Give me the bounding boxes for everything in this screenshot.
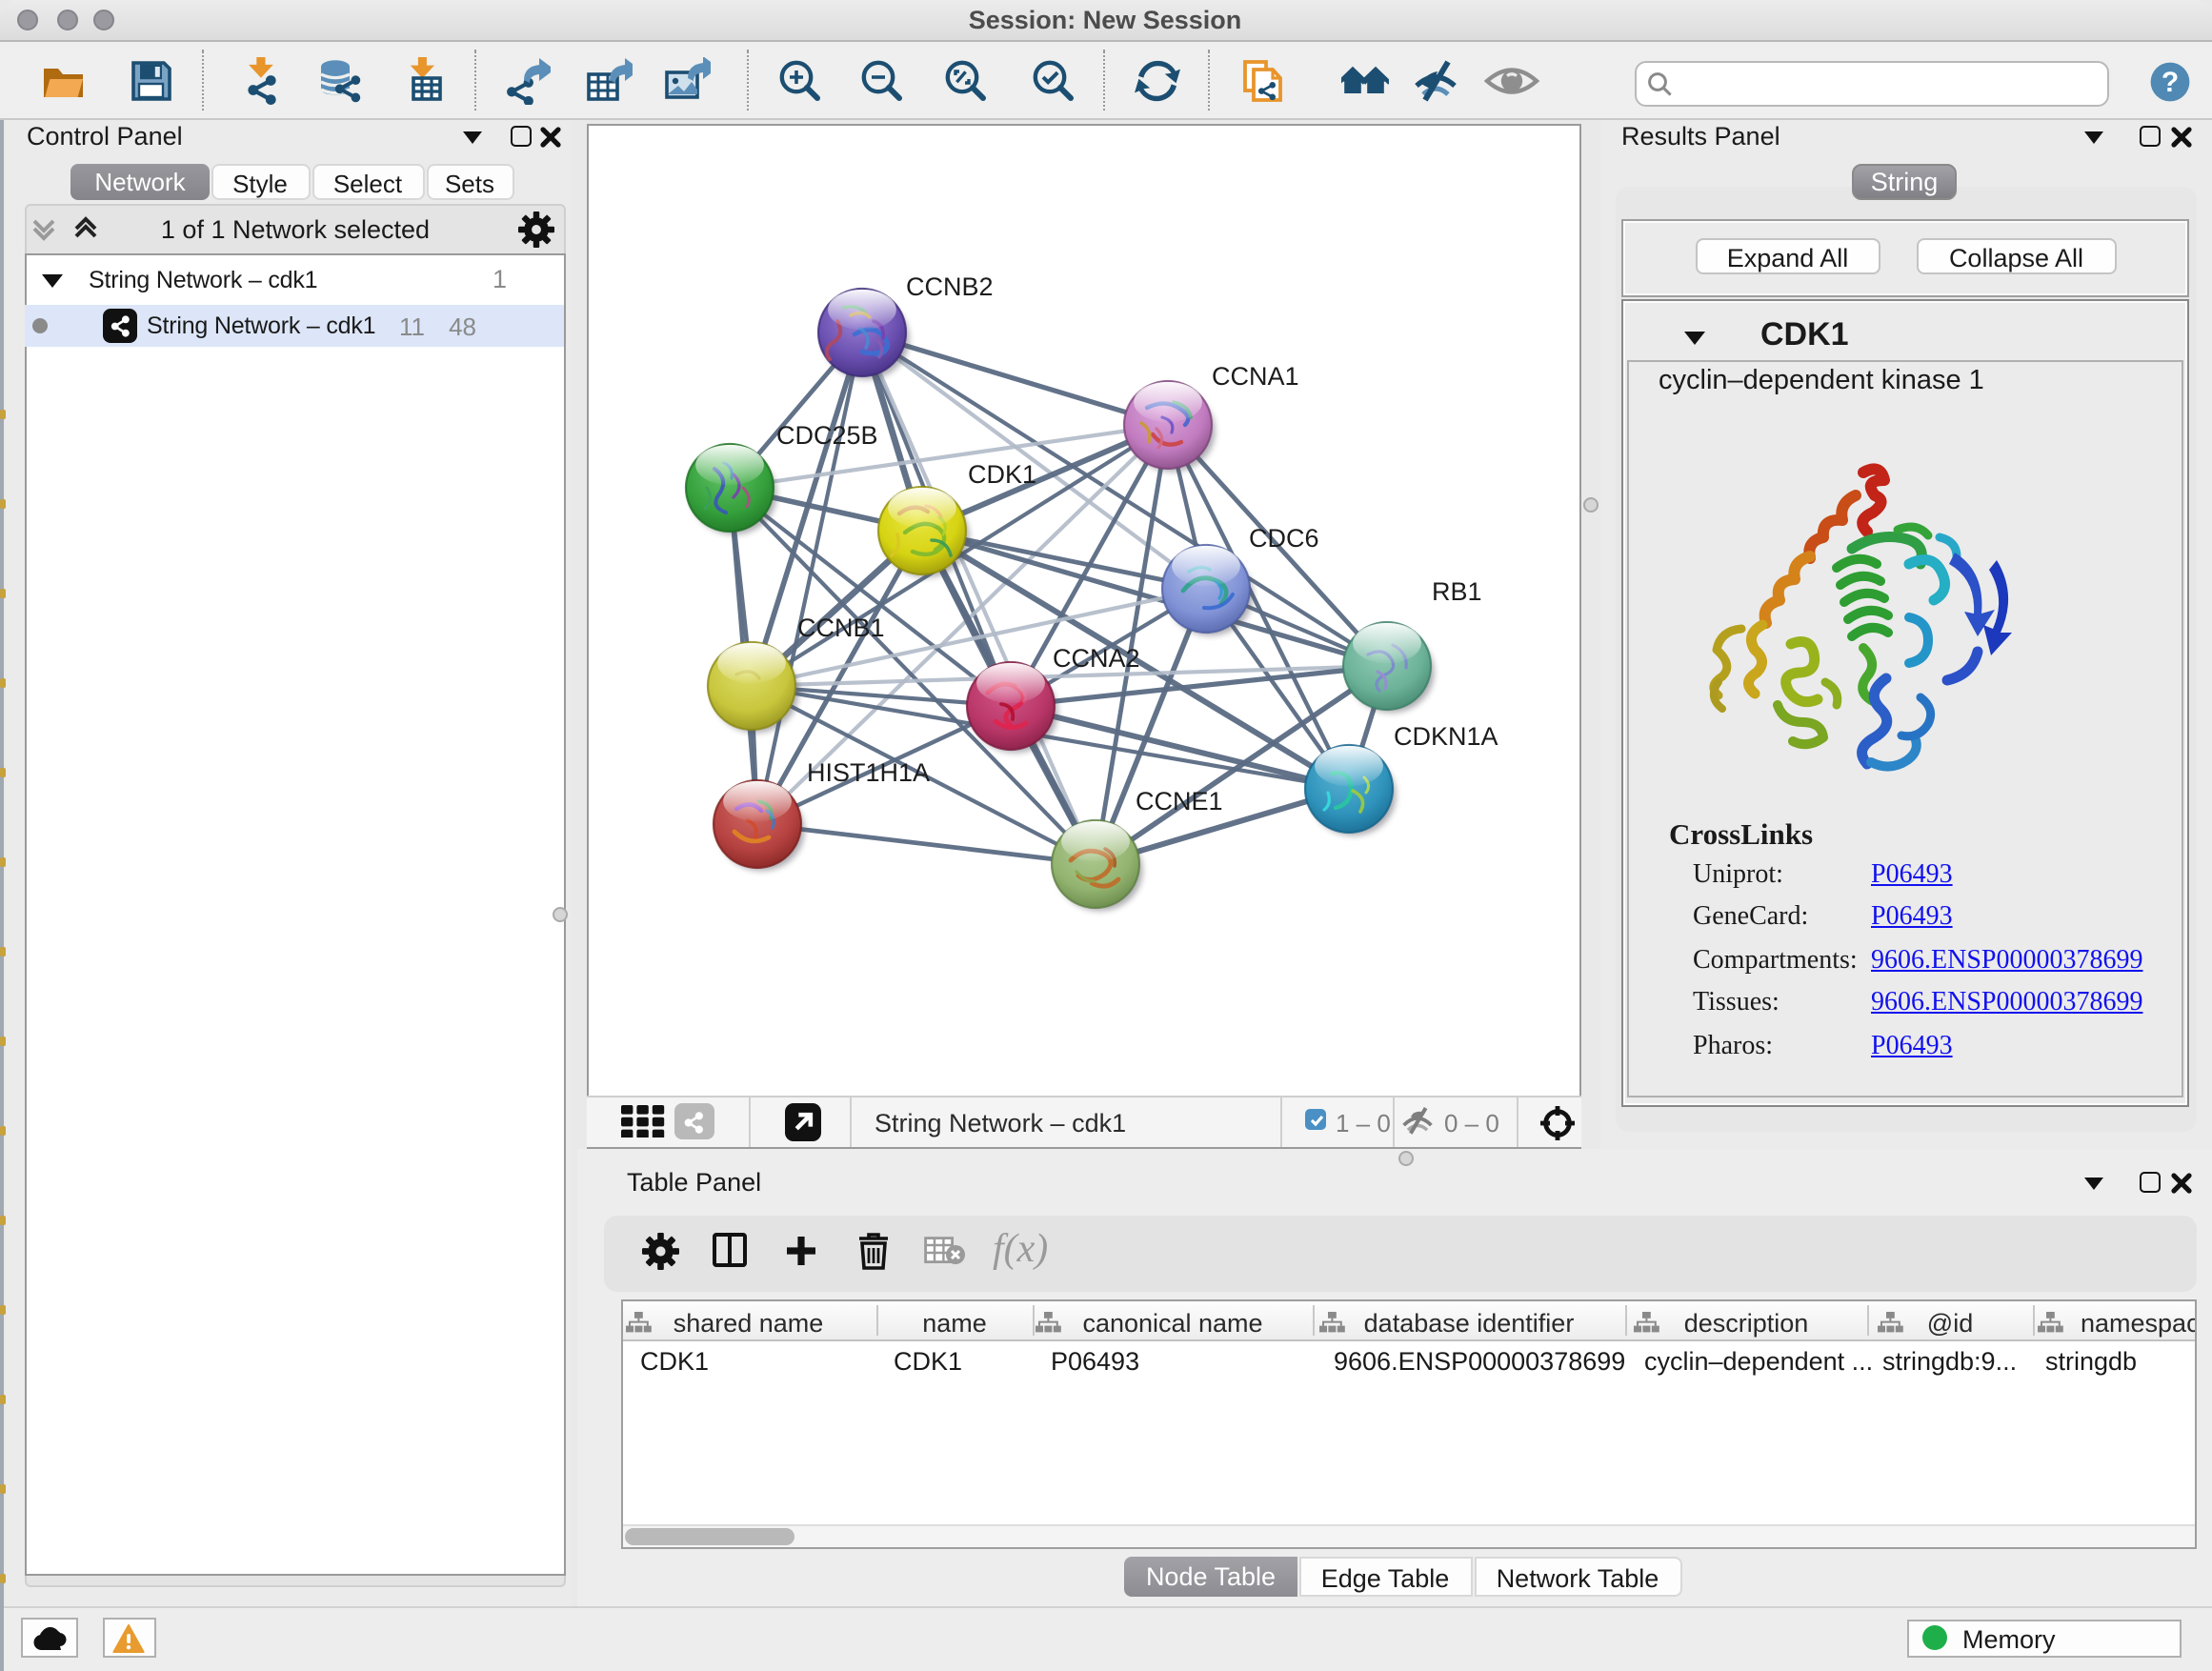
svg-text:CDC25B: CDC25B <box>776 421 878 450</box>
svg-text:?: ? <box>2162 66 2179 97</box>
svg-text:CCNB2: CCNB2 <box>906 272 994 301</box>
svg-text:CDKN1A: CDKN1A <box>1394 722 1498 751</box>
svg-text:CDC6: CDC6 <box>1249 524 1319 553</box>
svg-text:HIST1H1A: HIST1H1A <box>807 758 930 787</box>
svg-text:RB1: RB1 <box>1432 577 1482 606</box>
svg-text:CCNA1: CCNA1 <box>1212 362 1299 391</box>
svg-text:CCNB1: CCNB1 <box>797 614 885 642</box>
svg-text:CCNE1: CCNE1 <box>1136 787 1223 815</box>
svg-text:CCNA2: CCNA2 <box>1053 644 1140 673</box>
svg-text:CDK1: CDK1 <box>968 460 1036 489</box>
